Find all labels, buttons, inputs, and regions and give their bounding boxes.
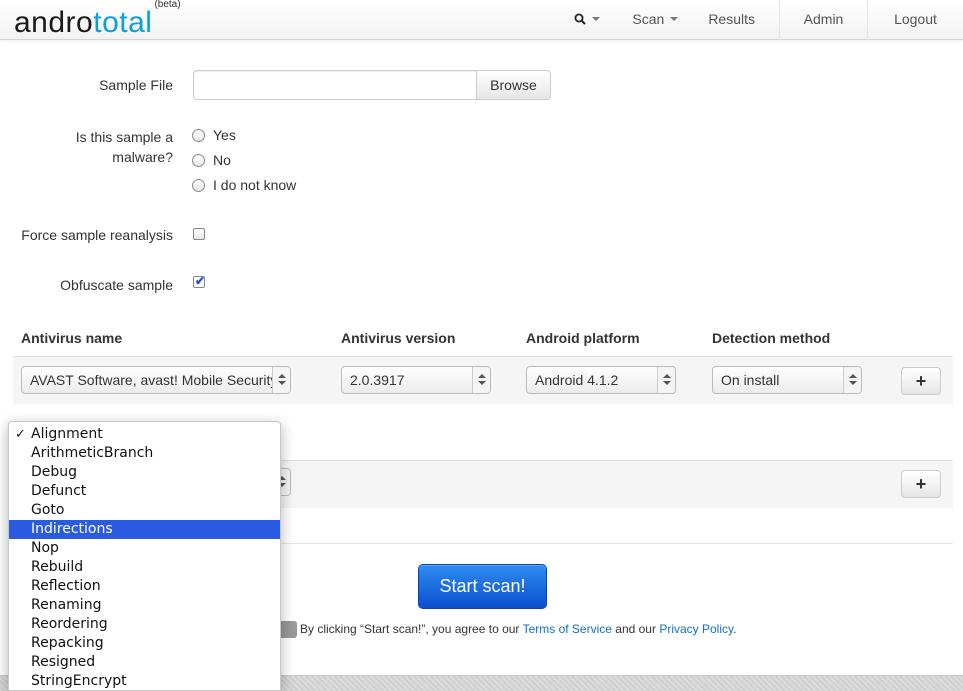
obfuscate-label: Obfuscate sample bbox=[60, 277, 173, 293]
terms-of-service-link[interactable]: Terms of Service bbox=[523, 622, 612, 636]
terms-suffix: . bbox=[733, 622, 737, 636]
col-header-antivirus-version: Antivirus version bbox=[341, 330, 456, 346]
detection-method-select[interactable]: On install bbox=[712, 366, 862, 394]
malware-question-line1: Is this sample a bbox=[75, 129, 173, 145]
nav-admin-label: Admin bbox=[803, 11, 844, 27]
nav-results[interactable]: Results bbox=[694, 0, 779, 40]
antivirus-name-value: AVAST Software, avast! Mobile Security bbox=[30, 372, 278, 388]
nav-menu: Scan Results Admin Logout bbox=[560, 0, 963, 40]
add-antivirus-button[interactable]: + bbox=[901, 367, 941, 395]
chevron-down-icon bbox=[670, 17, 679, 22]
antivirus-version-value: 2.0.3917 bbox=[350, 372, 405, 388]
option-label: Repacking bbox=[31, 635, 104, 651]
brand-prefix: andro bbox=[14, 6, 94, 39]
brand-beta-tag: (beta) bbox=[154, 0, 181, 10]
brand-logo[interactable]: andrototal(beta) bbox=[14, 0, 181, 40]
option-label: Defunct bbox=[31, 483, 87, 499]
sample-file-label: Sample File bbox=[99, 77, 173, 93]
nav-admin[interactable]: Admin bbox=[779, 0, 867, 40]
dropdown-option[interactable]: ArithmeticBranch bbox=[9, 444, 280, 463]
option-label: Reflection bbox=[31, 578, 101, 594]
nav-scan-label: Scan bbox=[632, 11, 665, 27]
browse-button[interactable]: Browse bbox=[476, 70, 551, 100]
option-label: Indirections bbox=[31, 521, 113, 537]
terms-middle: and our bbox=[615, 622, 656, 636]
nav-scan-dropdown[interactable]: Scan bbox=[616, 0, 694, 40]
dropdown-option[interactable]: Debug bbox=[9, 463, 280, 482]
select-arrows-icon bbox=[272, 367, 290, 393]
force-reanalysis-label: Force sample reanalysis bbox=[21, 227, 173, 243]
select-arrows-icon bbox=[472, 367, 490, 393]
option-label: StringEncrypt bbox=[31, 673, 127, 689]
checkmark-icon: ✓ bbox=[15, 427, 26, 442]
col-header-antivirus-name: Antivirus name bbox=[21, 330, 123, 346]
add-obfuscation-button[interactable]: + bbox=[901, 470, 941, 498]
obfuscate-checkbox[interactable]: ✔ bbox=[193, 274, 206, 288]
select-arrows-icon bbox=[657, 367, 675, 393]
privacy-policy-link[interactable]: Privacy Policy bbox=[659, 622, 733, 636]
dropdown-option[interactable]: StringEncrypt bbox=[9, 672, 280, 691]
android-platform-value: Android 4.1.2 bbox=[535, 372, 619, 388]
checkmark-icon: ✔ bbox=[195, 274, 206, 288]
dropdown-option[interactable]: Goto bbox=[9, 501, 280, 520]
android-platform-select[interactable]: Android 4.1.2 bbox=[526, 366, 676, 394]
sample-file-input[interactable] bbox=[193, 70, 477, 100]
select-arrows-icon bbox=[843, 367, 861, 393]
nav-logout-label: Logout bbox=[894, 11, 937, 27]
option-label: Debug bbox=[31, 464, 78, 480]
dropdown-option-highlighted[interactable]: Indirections bbox=[9, 520, 280, 539]
malware-question-label: Is this sample a malware? bbox=[76, 127, 173, 167]
col-header-android-platform: Android platform bbox=[526, 330, 640, 346]
option-label: Reordering bbox=[31, 616, 108, 632]
brand-suffix: total bbox=[93, 6, 153, 39]
option-label: Resigned bbox=[31, 654, 96, 670]
start-scan-button[interactable]: Start scan! bbox=[418, 564, 547, 609]
force-reanalysis-checkbox[interactable] bbox=[193, 228, 205, 240]
option-label: ArithmeticBranch bbox=[31, 445, 154, 461]
malware-unknown-label[interactable]: I do not know bbox=[213, 177, 296, 193]
nav-logout[interactable]: Logout bbox=[867, 0, 963, 40]
dropdown-option[interactable]: Defunct bbox=[9, 482, 280, 501]
malware-question-line2: malware? bbox=[112, 149, 173, 165]
dropdown-option[interactable]: Reflection bbox=[9, 577, 280, 596]
nav-search-dropdown[interactable] bbox=[560, 0, 616, 40]
option-label: Renaming bbox=[31, 597, 102, 613]
malware-yes-radio[interactable] bbox=[192, 129, 205, 142]
option-label: Rebuild bbox=[31, 559, 84, 575]
top-navbar: andrototal(beta) Scan Results Admin Logo… bbox=[0, 0, 963, 40]
option-label: Nop bbox=[31, 540, 59, 556]
chevron-down-icon bbox=[592, 17, 601, 22]
malware-no-label[interactable]: No bbox=[213, 152, 231, 168]
dropdown-option[interactable]: Resigned bbox=[9, 653, 280, 672]
dropdown-option[interactable]: Renaming bbox=[9, 596, 280, 615]
dropdown-option[interactable]: Reordering bbox=[9, 615, 280, 634]
dropdown-option[interactable]: Rebuild bbox=[9, 558, 280, 577]
dropdown-option[interactable]: Nop bbox=[9, 539, 280, 558]
col-header-detection-method: Detection method bbox=[712, 330, 831, 346]
obfuscation-dropdown-menu: ✓ Alignment ArithmeticBranch Debug Defunc… bbox=[8, 421, 281, 691]
malware-no-radio[interactable] bbox=[192, 154, 205, 167]
option-label: Alignment bbox=[31, 426, 103, 442]
malware-unknown-radio[interactable] bbox=[192, 179, 205, 192]
terms-prefix: By clicking “Start scan!”, you agree to … bbox=[300, 622, 520, 636]
terms-notice: By clicking “Start scan!”, you agree to … bbox=[300, 622, 736, 636]
antivirus-name-select[interactable]: AVAST Software, avast! Mobile Security bbox=[21, 366, 291, 394]
malware-yes-label[interactable]: Yes bbox=[213, 127, 236, 143]
antivirus-version-select[interactable]: 2.0.3917 bbox=[341, 366, 491, 394]
detection-method-value: On install bbox=[721, 372, 780, 388]
option-label: Goto bbox=[31, 502, 65, 518]
dropdown-option[interactable]: Repacking bbox=[9, 634, 280, 653]
search-icon bbox=[574, 13, 587, 26]
dropdown-option[interactable]: ✓ Alignment bbox=[9, 425, 280, 444]
nav-results-label: Results bbox=[708, 11, 755, 27]
